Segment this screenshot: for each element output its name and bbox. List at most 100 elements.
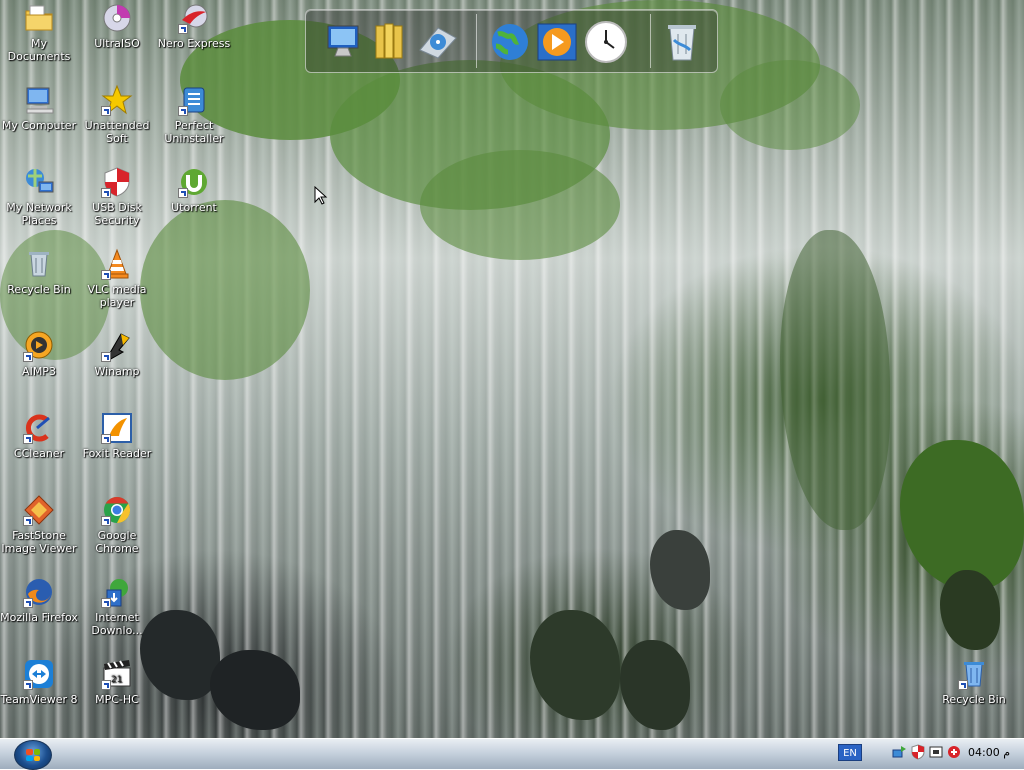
dock-item-documents[interactable] xyxy=(370,20,414,64)
folder-icon xyxy=(375,23,403,59)
computer-icon xyxy=(23,84,55,116)
dock-item-recycle-bin[interactable] xyxy=(660,20,704,64)
dock-separator xyxy=(650,14,651,68)
icon-label: UltraISO xyxy=(94,37,140,50)
recycle-bin-icon xyxy=(23,248,55,280)
chrome-icon xyxy=(101,494,133,526)
shortcut-arrow-icon xyxy=(101,598,111,608)
teamviewer-icon xyxy=(23,658,55,690)
desktop-icon-google-chrome[interactable]: Google Chrome xyxy=(78,494,156,555)
system-clock[interactable]: 04:00 م xyxy=(968,746,1010,759)
icon-label: My Documents xyxy=(7,37,71,63)
icon-label: Recycle Bin xyxy=(942,693,1006,706)
desktop-icon-foxit-reader[interactable]: Foxit Reader xyxy=(78,412,156,460)
desktop-icon-my-computer[interactable]: My Computer xyxy=(0,84,78,132)
security-tray-icon[interactable] xyxy=(946,744,962,760)
mouse-cursor-icon xyxy=(314,186,328,205)
icon-label: Mozilla Firefox xyxy=(0,611,78,624)
start-button[interactable] xyxy=(14,740,52,770)
icon-label: Internet Downlo... xyxy=(91,611,143,637)
firefox-icon xyxy=(23,576,55,608)
desktop-icon-unattended-soft[interactable]: Unattended Soft xyxy=(78,84,156,145)
network-icon xyxy=(23,166,55,198)
icon-label: CCleaner xyxy=(13,447,65,460)
desktop-icon-my-network-places[interactable]: My Network Places xyxy=(0,166,78,227)
icon-label: Nero Express xyxy=(157,37,231,50)
faststone-icon xyxy=(23,494,55,526)
wallpaper-foliage xyxy=(720,60,860,150)
dock-item-computer[interactable] xyxy=(322,20,366,64)
dock-item-media-player[interactable] xyxy=(536,20,580,64)
shortcut-arrow-icon xyxy=(101,680,111,690)
icon-label: My Network Places xyxy=(6,201,72,227)
recycle-bin-icon xyxy=(958,658,990,690)
shortcut-arrow-icon xyxy=(178,188,188,198)
desktop-icon-ccleaner[interactable]: CCleaner xyxy=(0,412,78,460)
shortcut-arrow-icon xyxy=(101,352,111,362)
shortcut-arrow-icon xyxy=(23,516,33,526)
dock-item-dvd[interactable] xyxy=(416,20,460,64)
dock-item-clock[interactable] xyxy=(584,20,628,64)
desktop-icon-usb-disk-security[interactable]: USB Disk Security xyxy=(78,166,156,227)
icon-label: Google Chrome xyxy=(95,529,139,555)
icon-label: FastStone Image Viewer xyxy=(1,529,77,555)
desktop-icon-internet-download-manager[interactable]: Internet Downlo... xyxy=(78,576,156,637)
play-icon xyxy=(537,23,577,61)
windows-logo-icon xyxy=(26,749,40,761)
wallpaper-foliage xyxy=(140,200,310,380)
shortcut-arrow-icon xyxy=(23,352,33,362)
monitor-icon xyxy=(327,25,359,57)
icon-label: USB Disk Security xyxy=(92,201,142,227)
icon-label: Winamp xyxy=(94,365,140,378)
desktop-icon-winamp[interactable]: Winamp xyxy=(78,330,156,378)
language-indicator[interactable]: EN xyxy=(838,744,862,761)
trash-icon xyxy=(668,25,696,61)
desktop-icon-mozilla-firefox[interactable]: Mozilla Firefox xyxy=(0,576,78,624)
icon-label: TeamViewer 8 xyxy=(0,693,78,706)
shortcut-arrow-icon xyxy=(23,434,33,444)
network-tray-icon[interactable] xyxy=(892,744,908,760)
icon-label: Utorrent xyxy=(171,201,217,214)
desktop-icon-nero-express[interactable]: Nero Express xyxy=(155,2,233,50)
tool-tray-icon[interactable] xyxy=(928,744,944,760)
shortcut-arrow-icon xyxy=(101,270,111,280)
clapperboard-icon: 21 xyxy=(101,658,133,690)
shortcut-arrow-icon xyxy=(958,680,968,690)
desktop-icon-mpc-hc[interactable]: 21 MPC-HC xyxy=(78,658,156,706)
vlc-cone-icon xyxy=(101,248,133,280)
desktop-icon-recycle-bin[interactable]: Recycle Bin xyxy=(0,248,78,296)
star-icon xyxy=(101,84,133,116)
download-manager-icon xyxy=(101,576,133,608)
desktop-icon-perfect-uninstaller[interactable]: Perfect Uninstaller xyxy=(155,84,233,145)
globe-icon xyxy=(492,24,528,60)
icon-label: MPC-HC xyxy=(95,693,139,706)
shortcut-arrow-icon xyxy=(101,434,111,444)
desktop-icon-ultraiso[interactable]: UltraISO xyxy=(78,2,156,50)
foxit-icon xyxy=(101,412,133,444)
desktop-icon-utorrent[interactable]: Utorrent xyxy=(155,166,233,214)
folder-icon xyxy=(23,2,55,34)
ccleaner-icon xyxy=(23,412,55,444)
icon-label: Recycle Bin xyxy=(7,283,71,296)
desktop-icon-teamviewer-8[interactable]: TeamViewer 8 xyxy=(0,658,78,706)
desktop-icon-faststone-image-viewer[interactable]: FastStone Image Viewer xyxy=(0,494,78,555)
desktop-icon-aimp3[interactable]: AIMP3 xyxy=(0,330,78,378)
dvd-drive-icon xyxy=(419,27,457,59)
icon-label: Unattended Soft xyxy=(84,119,150,145)
desktop-icon-vlc-media-player[interactable]: VLC media player xyxy=(78,248,156,309)
shortcut-arrow-icon xyxy=(178,24,188,34)
clock-icon xyxy=(585,21,627,63)
icon-label: Perfect Uninstaller xyxy=(164,119,224,145)
winamp-icon xyxy=(101,330,133,362)
svg-text:21: 21 xyxy=(111,675,122,685)
shortcut-arrow-icon xyxy=(101,188,111,198)
shortcut-arrow-icon xyxy=(101,106,111,116)
desktop-icon-recycle-bin-right[interactable]: Recycle Bin xyxy=(935,658,1013,706)
aimp-icon xyxy=(23,330,55,362)
shortcut-arrow-icon xyxy=(23,598,33,608)
shortcut-arrow-icon xyxy=(101,516,111,526)
dock-item-internet[interactable] xyxy=(488,20,532,64)
desktop-icon-my-documents[interactable]: My Documents xyxy=(0,2,78,63)
shield-tray-icon[interactable] xyxy=(910,744,926,760)
dock-bar xyxy=(305,9,718,73)
